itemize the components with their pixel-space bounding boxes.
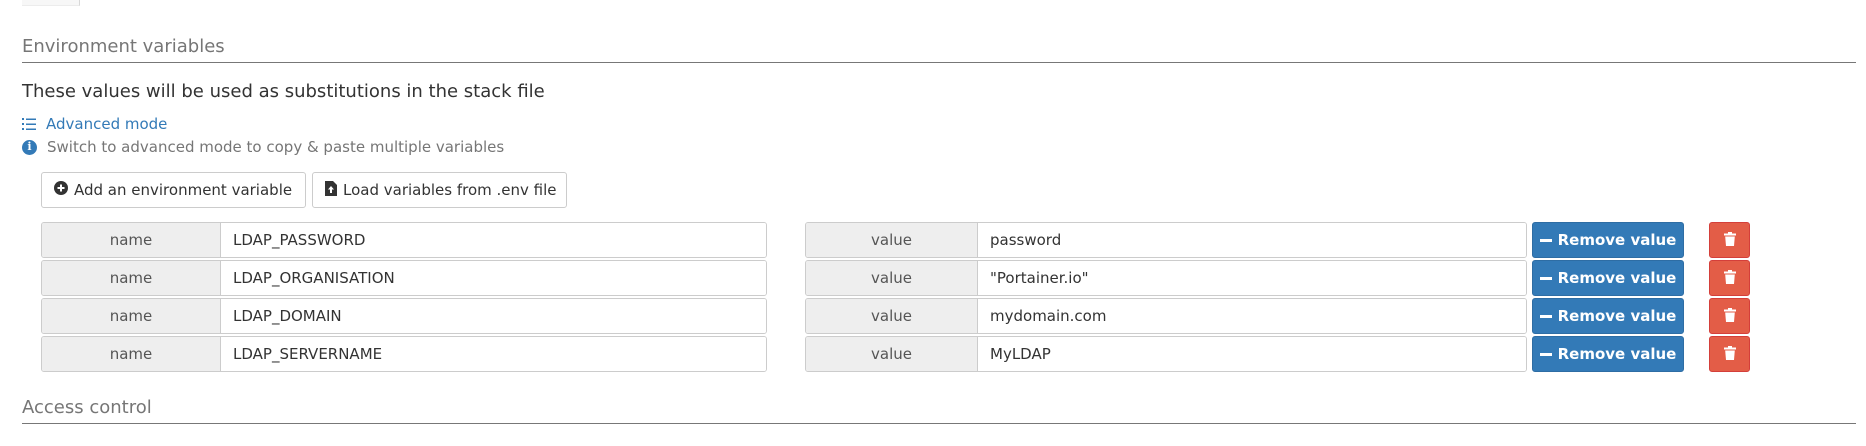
stack-editor-page: Environment variables These values will … — [0, 0, 1866, 446]
name-input[interactable]: LDAP_PASSWORD — [221, 223, 766, 257]
value-addon: value — [806, 261, 978, 295]
advanced-mode-hint: i Switch to advanced mode to copy & past… — [22, 137, 504, 157]
remove-value-label: Remove value — [1557, 345, 1677, 363]
remove-value-button[interactable]: Remove value — [1532, 336, 1684, 372]
remove-value-button[interactable]: Remove value — [1532, 222, 1684, 258]
advanced-mode-link[interactable]: Advanced mode — [22, 114, 167, 134]
info-circle-icon: i — [22, 139, 37, 155]
name-input[interactable]: LDAP_SERVERNAME — [221, 337, 766, 371]
file-upload-icon — [325, 180, 337, 200]
add-env-label: Add an environment variable — [74, 181, 293, 199]
plus-circle-icon — [54, 181, 68, 199]
value-input[interactable]: MyLDAP — [978, 337, 1526, 371]
remove-value-label: Remove value — [1557, 231, 1677, 249]
value-addon: value — [806, 337, 978, 371]
name-input[interactable]: LDAP_ORGANISATION — [221, 261, 766, 295]
value-input-group: value password — [805, 222, 1527, 258]
load-env-file-button[interactable]: Load variables from .env file — [312, 172, 567, 208]
trash-icon — [1723, 345, 1736, 364]
delete-variable-button[interactable] — [1709, 222, 1750, 258]
value-addon: value — [806, 299, 978, 333]
minus-icon — [1539, 352, 1552, 356]
list-ol-icon — [22, 117, 36, 131]
trash-icon — [1723, 231, 1736, 250]
delete-variable-button[interactable] — [1709, 260, 1750, 296]
name-input-group: name LDAP_ORGANISATION — [41, 260, 767, 296]
access-control-title: Access control — [22, 397, 1856, 424]
load-env-label: Load variables from .env file — [343, 181, 557, 199]
value-input[interactable]: password — [978, 223, 1526, 257]
remove-value-button[interactable]: Remove value — [1532, 298, 1684, 334]
environment-variables-title: Environment variables — [22, 36, 1856, 63]
value-input[interactable]: mydomain.com — [978, 299, 1526, 333]
env-variable-row: name LDAP_PASSWORD value password Remove… — [0, 222, 1866, 258]
name-addon: name — [42, 299, 221, 333]
env-variable-row: name LDAP_ORGANISATION value "Portainer.… — [0, 260, 1866, 296]
value-input[interactable]: "Portainer.io" — [978, 261, 1526, 295]
value-input-group: value mydomain.com — [805, 298, 1527, 334]
advanced-mode-label: Advanced mode — [46, 115, 168, 133]
substitutions-description: These values will be used as substitutio… — [22, 81, 545, 102]
trash-icon — [1723, 307, 1736, 326]
minus-icon — [1539, 276, 1552, 280]
remove-value-label: Remove value — [1557, 269, 1677, 287]
delete-variable-button[interactable] — [1709, 298, 1750, 334]
add-environment-variable-button[interactable]: Add an environment variable — [41, 172, 306, 208]
minus-icon — [1539, 238, 1552, 242]
hint-text: Switch to advanced mode to copy & paste … — [47, 138, 505, 156]
value-addon: value — [806, 223, 978, 257]
name-addon: name — [42, 337, 221, 371]
trash-icon — [1723, 269, 1736, 288]
name-addon: name — [42, 261, 221, 295]
env-variable-row: name LDAP_SERVERNAME value MyLDAP Remove… — [0, 336, 1866, 372]
minus-icon — [1539, 314, 1552, 318]
name-addon: name — [42, 223, 221, 257]
name-input-group: name LDAP_DOMAIN — [41, 298, 767, 334]
remove-value-label: Remove value — [1557, 307, 1677, 325]
top-tab-stub — [22, 0, 80, 6]
value-input-group: value "Portainer.io" — [805, 260, 1527, 296]
name-input-group: name LDAP_PASSWORD — [41, 222, 767, 258]
name-input-group: name LDAP_SERVERNAME — [41, 336, 767, 372]
remove-value-button[interactable]: Remove value — [1532, 260, 1684, 296]
value-input-group: value MyLDAP — [805, 336, 1527, 372]
delete-variable-button[interactable] — [1709, 336, 1750, 372]
name-input[interactable]: LDAP_DOMAIN — [221, 299, 766, 333]
env-variable-row: name LDAP_DOMAIN value mydomain.com Remo… — [0, 298, 1866, 334]
